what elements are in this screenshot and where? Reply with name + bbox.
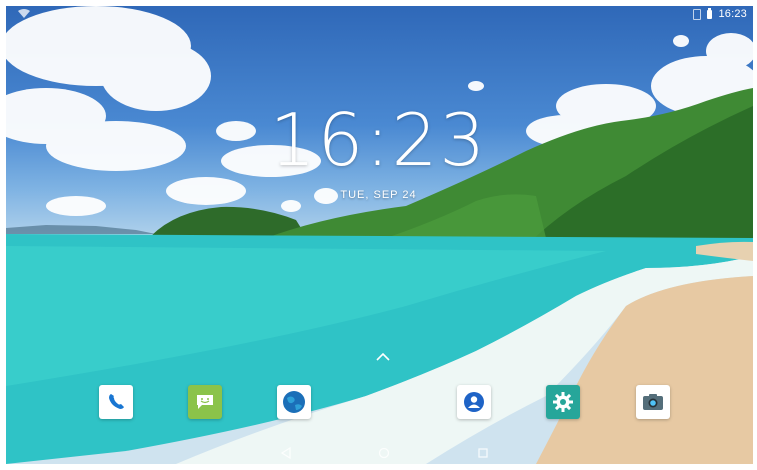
status-indicators: 16:23: [693, 7, 747, 20]
nav-back-button[interactable]: [278, 446, 294, 460]
dock-app-camera[interactable]: [636, 385, 670, 419]
recents-icon: [478, 448, 488, 458]
nav-recents-button[interactable]: [475, 446, 491, 460]
status-bar: 16:23: [6, 6, 753, 24]
home-icon: [378, 447, 390, 459]
phone-icon: [109, 394, 124, 409]
settings-icon: [553, 392, 573, 412]
browser-icon: [283, 391, 305, 413]
messaging-icon: [197, 395, 213, 409]
wifi-icon: [18, 9, 30, 18]
contacts-icon: [464, 392, 484, 412]
battery-icon: [707, 7, 713, 19]
back-icon: [280, 447, 291, 459]
dock-app-phone[interactable]: [99, 385, 133, 419]
dock-app-browser[interactable]: [277, 385, 311, 419]
dock-app-messaging[interactable]: [188, 385, 222, 419]
lockscreen-date: TUE, SEP 24: [340, 189, 417, 201]
lockscreen-clock: 16:23: [269, 98, 488, 182]
dock-app-settings[interactable]: [546, 385, 580, 419]
nav-home-button[interactable]: [376, 446, 392, 460]
camera-icon: [643, 394, 663, 410]
chevron-up-icon[interactable]: [376, 353, 390, 361]
sim-card-icon: [693, 8, 702, 20]
status-bar-time: 16:23: [718, 8, 747, 20]
dock-app-contacts[interactable]: [457, 385, 491, 419]
